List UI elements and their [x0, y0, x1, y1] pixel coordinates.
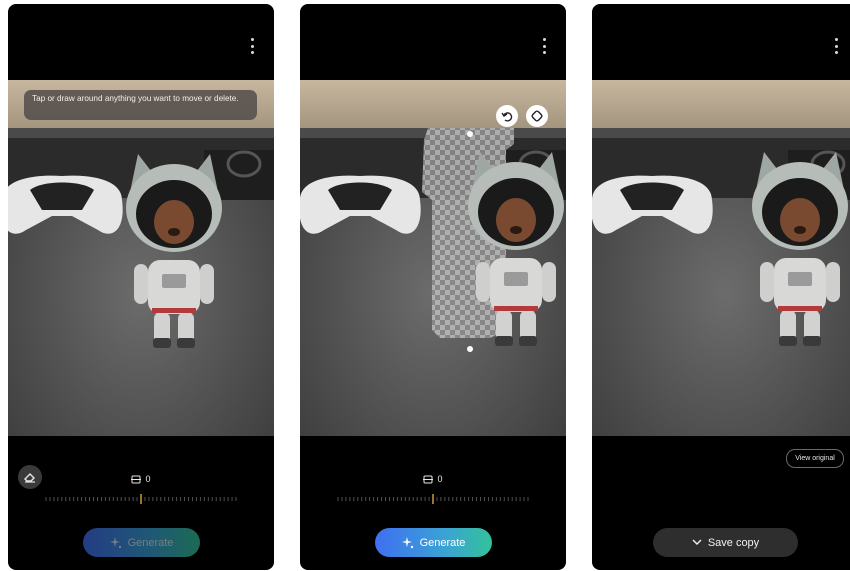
chevron-down-icon — [692, 539, 702, 545]
slider-ticks — [337, 494, 529, 504]
selection-handle-top[interactable] — [467, 131, 473, 137]
slider-ticks — [45, 494, 237, 504]
generate-button[interactable]: Generate — [375, 528, 492, 557]
more-options-icon[interactable] — [248, 38, 256, 54]
phone-screen-result: View original Save copy — [592, 4, 850, 570]
phone-screen-object-moved: 0 Generate — [300, 4, 566, 570]
slider-value: 0 — [437, 474, 443, 484]
generate-label: Generate — [127, 536, 174, 549]
undo-icon[interactable] — [496, 105, 518, 127]
save-copy-button[interactable]: Save copy — [653, 528, 798, 557]
view-original-button[interactable]: View original — [786, 449, 844, 468]
selection-handle-bottom[interactable] — [467, 346, 473, 352]
photo-preview[interactable] — [8, 80, 274, 436]
angle-slider[interactable]: 0 — [336, 474, 530, 506]
sparkle-icon — [401, 536, 413, 548]
more-options-icon[interactable] — [832, 38, 840, 54]
angle-icon — [131, 475, 142, 483]
lasso-icon[interactable] — [526, 105, 548, 127]
photo-preview[interactable] — [592, 80, 850, 436]
sparkle-icon — [109, 536, 121, 548]
generate-button[interactable]: Generate — [83, 528, 200, 557]
more-options-icon[interactable] — [540, 38, 548, 54]
generate-label: Generate — [419, 536, 466, 549]
angle-slider[interactable]: 0 — [44, 474, 238, 506]
save-copy-label: Save copy — [707, 536, 760, 549]
instruction-tooltip: Tap or draw around anything you want to … — [24, 90, 257, 120]
photo-preview[interactable] — [300, 80, 566, 436]
eraser-icon[interactable] — [18, 465, 42, 489]
angle-icon — [423, 475, 434, 483]
slider-value: 0 — [145, 474, 151, 484]
phone-screen-object-select: Tap or draw around anything you want to … — [8, 4, 274, 570]
